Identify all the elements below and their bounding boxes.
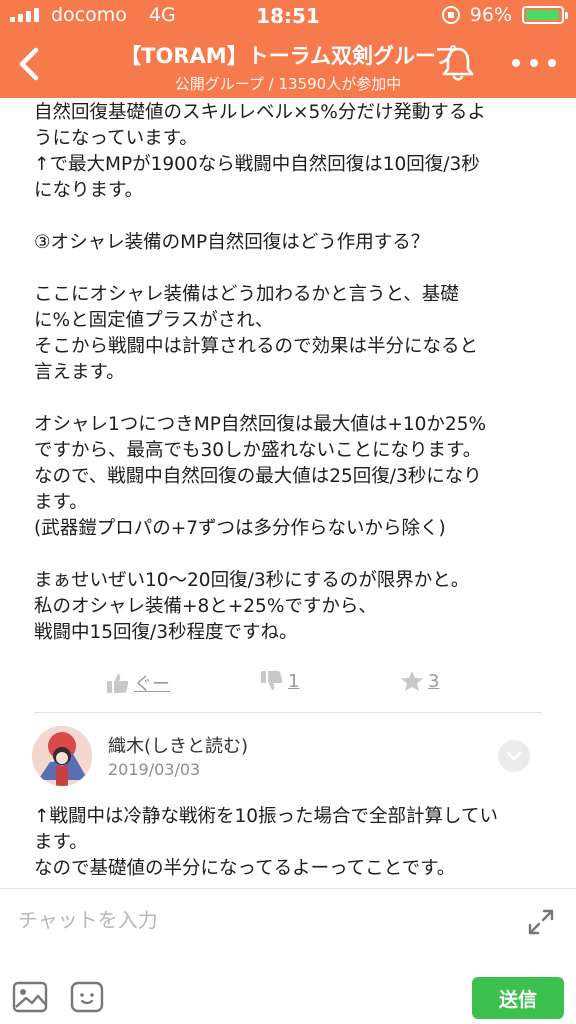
post-line: 戦闘中15回復/3秒程度ですね。: [34, 622, 298, 643]
message-thread[interactable]: 自然回復基礎値のスキルレベル×5%分だけ発動するよ うになっています。 ↑で最大MP…: [0, 98, 576, 888]
thumbs-down-icon: [261, 671, 283, 690]
post-line: オシャレ1つにつきMP自然回復は最大値は+10か25%: [34, 414, 487, 435]
post-line: ます。: [34, 492, 88, 513]
back-arrow-icon[interactable]: [10, 42, 50, 86]
post-actions: ぐー 1 3: [100, 670, 460, 700]
expand-icon[interactable]: [526, 907, 556, 937]
app-header: docomo 4G 18:51 96% 【TORAM】トーラム双剣グループ 公開…: [0, 0, 576, 98]
rotation-lock-icon: [441, 6, 460, 24]
avatar[interactable]: [32, 726, 92, 786]
chat-input-bar: 送信: [0, 888, 576, 1024]
bell-icon[interactable]: [440, 44, 476, 84]
battery-icon: [522, 6, 568, 24]
post-line: なので、戦闘中自然回復の最大値は25回復/3秒になり: [34, 466, 482, 487]
chat-input[interactable]: [18, 903, 498, 937]
dislike-count: 1: [288, 670, 300, 692]
post-line: そこから戦闘中は計算されるので効果は半分になると: [34, 336, 479, 357]
post-line: ③オシャレ装備のMP自然回復はどう作用する？: [34, 232, 430, 253]
post-line: [34, 204, 544, 230]
reply-date: 2019/03/03: [108, 760, 201, 779]
post-line: 私のオシャレ装備+8と+25%ですから、: [34, 596, 377, 617]
post-body: 自然回復基礎値のスキルレベル×5%分だけ発動するよ うになっています。 ↑で最大MP…: [34, 100, 544, 646]
post-line: [34, 542, 544, 568]
like-label: ぐー: [134, 674, 170, 695]
post-line: まぁせいぜい10〜20回復/3秒にするのが限界かと。: [34, 570, 470, 591]
thumbs-up-icon: [107, 674, 129, 693]
reply-line: ↑戦闘中は冷静な戦術を10振った場合で全部計算してい: [34, 806, 498, 827]
post-line: 自然回復基礎値のスキルレベル×5%分だけ発動するよ: [34, 102, 486, 123]
star-count: 3: [428, 670, 440, 692]
image-icon[interactable]: [12, 981, 48, 1013]
nav-bar: 【TORAM】トーラム双剣グループ 公開グループ / 13590人が参加中: [0, 34, 576, 98]
post-line: ですから、最高でも30しか盛れないことになります。: [34, 440, 482, 461]
like-button[interactable]: ぐー: [106, 670, 170, 696]
battery-percent: 96%: [469, 4, 512, 26]
post-line: うになっています。: [34, 128, 198, 149]
post-line: [34, 256, 544, 282]
post-line: [34, 386, 544, 412]
star-icon: [401, 671, 423, 691]
post-line: ↑で最大MPが1900なら戦闘中自然回復は10回復/3秒: [34, 154, 480, 175]
reply-line: なので基礎値の半分になってるよーってことです。: [34, 858, 456, 879]
status-bar: docomo 4G 18:51 96%: [0, 0, 576, 34]
post-line: に%と固定値プラスがされ、: [34, 310, 274, 331]
more-options-icon[interactable]: [512, 46, 556, 80]
post-line: (武器鎧プロパの+7ずつは多分作らないから除く): [34, 518, 446, 539]
reply-header: 織木(しきと読む) 2019/03/03: [32, 726, 542, 790]
sticker-icon[interactable]: [70, 981, 104, 1013]
reply-line: ます。: [34, 832, 88, 853]
divider: [34, 712, 542, 713]
chevron-down-icon[interactable]: [498, 740, 530, 772]
post-line: ここにオシャレ装備はどう加わるかと言うと、基礎: [34, 284, 459, 305]
send-button[interactable]: 送信: [472, 977, 564, 1019]
dislike-button[interactable]: 1: [260, 670, 299, 692]
reply-author: 織木(しきと読む): [108, 736, 249, 757]
post-line: 言えます。: [34, 362, 125, 383]
star-button[interactable]: 3: [400, 670, 439, 692]
group-title-block[interactable]: 【TORAM】トーラム双剣グループ 公開グループ / 13590人が参加中: [80, 40, 496, 94]
reply-body: ↑戦闘中は冷静な戦術を10振った場合で全部計算してい ます。なので基礎値の半分にな…: [34, 804, 544, 882]
group-title: 【TORAM】トーラム双剣グループ: [120, 44, 456, 68]
post-line: になります。: [34, 180, 144, 201]
group-subtitle: 公開グループ / 13590人が参加中: [174, 75, 402, 93]
